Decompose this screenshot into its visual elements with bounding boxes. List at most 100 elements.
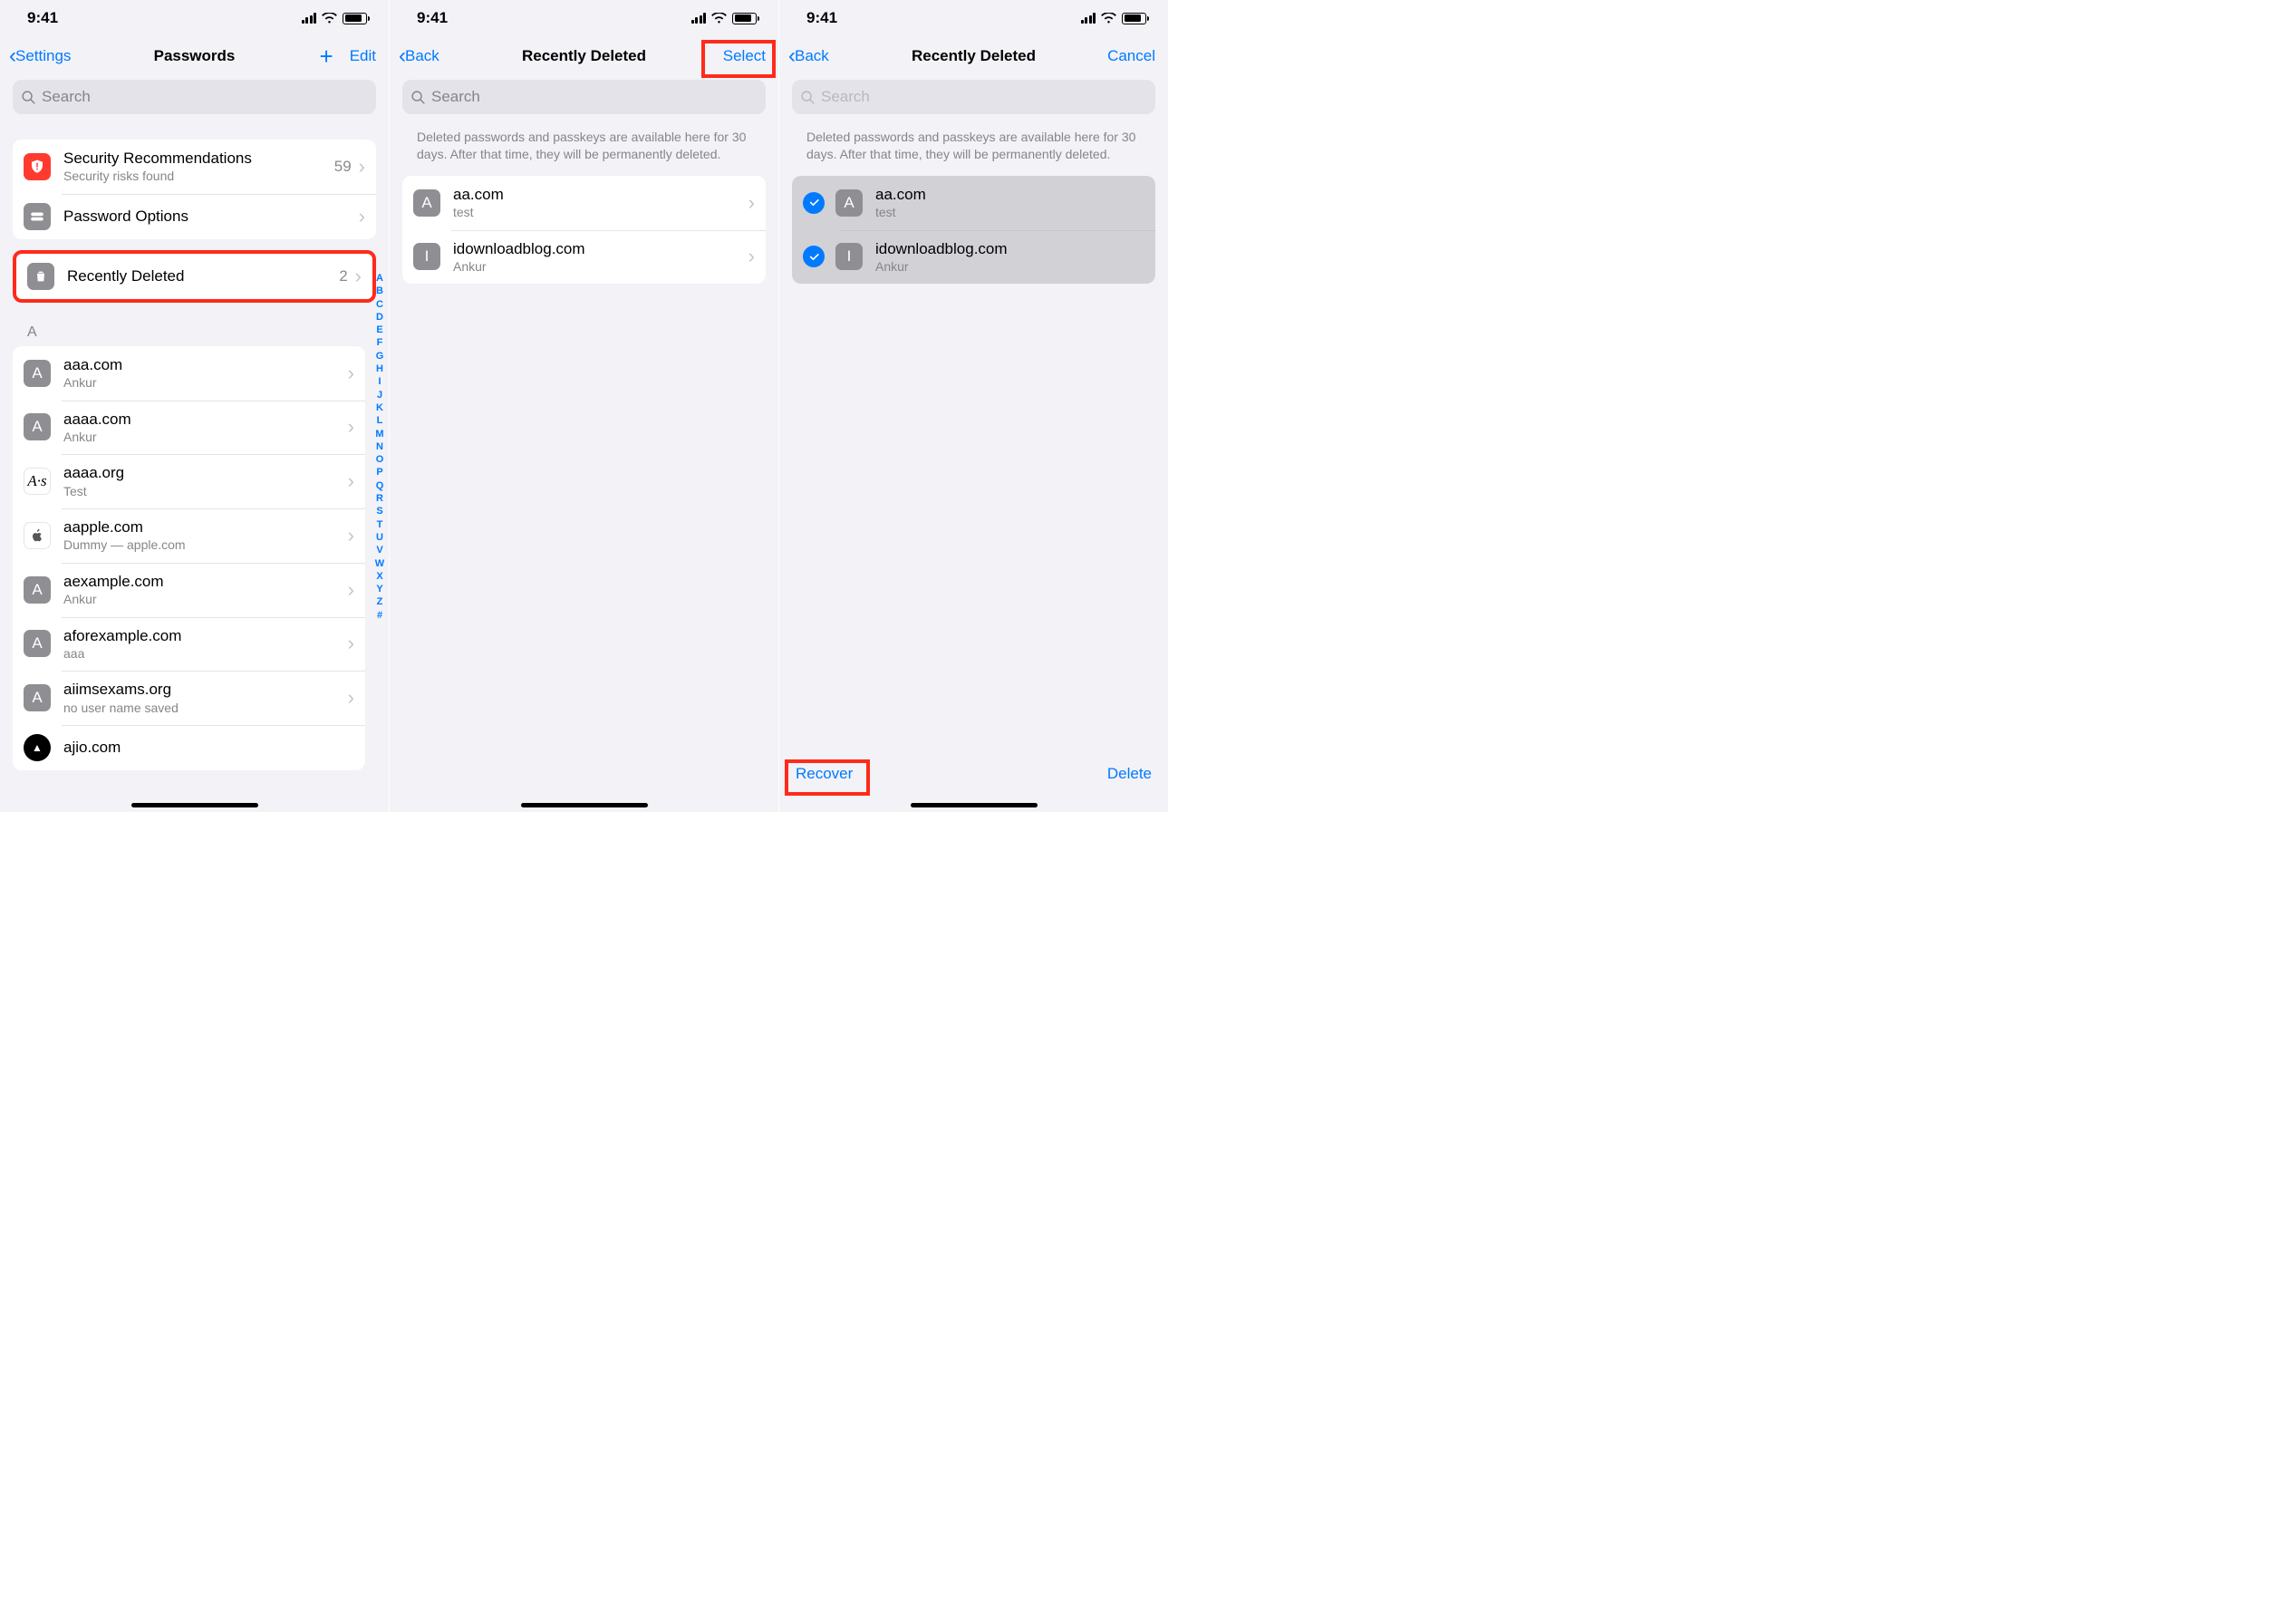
password-row[interactable]: A aaa.comAnkur › bbox=[13, 346, 365, 401]
index-letter[interactable]: # bbox=[372, 609, 387, 622]
back-button[interactable]: ‹ Back bbox=[788, 45, 829, 67]
site-letter-icon: A bbox=[24, 630, 51, 657]
delete-button[interactable]: Delete bbox=[1107, 765, 1152, 783]
checkmark-icon[interactable] bbox=[803, 192, 825, 214]
row-title: Security Recommendations bbox=[63, 149, 334, 168]
index-letter[interactable]: S bbox=[372, 505, 387, 517]
deleted-password-row[interactable]: A aa.comtest › bbox=[402, 176, 766, 230]
home-indicator[interactable] bbox=[521, 803, 648, 807]
password-row[interactable]: A aexample.comAnkur › bbox=[13, 563, 365, 617]
cellular-icon bbox=[691, 13, 707, 24]
search-placeholder: Search bbox=[42, 88, 91, 106]
index-letter[interactable]: D bbox=[372, 311, 387, 324]
deleted-passwords-group: A aa.comtest › I idownloadblog.comAnkur … bbox=[402, 176, 766, 285]
battery-icon bbox=[343, 13, 367, 24]
index-letter[interactable]: Z bbox=[372, 595, 387, 608]
index-letter[interactable]: B bbox=[372, 285, 387, 297]
site-letter-icon: A bbox=[24, 360, 51, 387]
home-indicator[interactable] bbox=[911, 803, 1038, 807]
deleted-password-row[interactable]: I idownloadblog.comAnkur › bbox=[402, 230, 766, 285]
index-letter[interactable]: H bbox=[372, 362, 387, 375]
add-button[interactable]: + bbox=[320, 44, 333, 68]
home-indicator[interactable] bbox=[131, 803, 258, 807]
password-row[interactable]: A aaaa.comAnkur › bbox=[13, 401, 365, 455]
search-input[interactable]: Search bbox=[13, 80, 376, 114]
row-sub: Ankur bbox=[453, 259, 748, 276]
password-row[interactable]: A·s aaaa.orgTest › bbox=[13, 454, 365, 508]
index-letter[interactable]: A bbox=[372, 272, 387, 285]
index-letter[interactable]: P bbox=[372, 466, 387, 478]
select-button[interactable]: Select bbox=[723, 47, 766, 65]
index-letter[interactable]: U bbox=[372, 531, 387, 544]
cancel-button[interactable]: Cancel bbox=[1107, 47, 1155, 65]
checkmark-icon[interactable] bbox=[803, 246, 825, 267]
screen-recently-deleted: 9:41 ‹ Back Recently Deleted Select Sear… bbox=[390, 0, 779, 812]
row-sub: Test bbox=[63, 484, 348, 500]
index-letter[interactable]: N bbox=[372, 440, 387, 453]
back-button[interactable]: ‹ Settings bbox=[9, 45, 71, 67]
search-icon bbox=[800, 90, 816, 105]
status-time: 9:41 bbox=[27, 9, 302, 27]
index-letter[interactable]: R bbox=[372, 492, 387, 505]
edit-button[interactable]: Edit bbox=[350, 47, 376, 65]
index-letter[interactable]: F bbox=[372, 336, 387, 349]
status-icons bbox=[302, 13, 368, 24]
deleted-password-row-selected[interactable]: A aa.comtest bbox=[792, 176, 1155, 230]
password-row[interactable]: A aforexample.comaaa › bbox=[13, 617, 365, 672]
index-letter[interactable]: Q bbox=[372, 479, 387, 492]
row-sub: test bbox=[453, 205, 748, 221]
row-sub: Ankur bbox=[875, 259, 1144, 276]
row-title: Recently Deleted bbox=[67, 266, 339, 285]
index-letter[interactable]: T bbox=[372, 518, 387, 531]
page-title: Recently Deleted bbox=[390, 47, 778, 65]
index-letter[interactable]: L bbox=[372, 414, 387, 427]
site-letter-icon: I bbox=[413, 243, 440, 270]
index-letter[interactable]: C bbox=[372, 298, 387, 311]
index-letter[interactable]: G bbox=[372, 350, 387, 362]
status-time: 9:41 bbox=[417, 9, 691, 27]
status-bar: 9:41 bbox=[0, 0, 389, 36]
alphabet-index[interactable]: ABCDEFGHIJKLMNOPQRSTUVWXYZ# bbox=[372, 272, 387, 622]
back-button[interactable]: ‹ Back bbox=[399, 45, 439, 67]
battery-icon bbox=[732, 13, 757, 24]
deleted-password-row-selected[interactable]: I idownloadblog.comAnkur bbox=[792, 230, 1155, 285]
index-letter[interactable]: W bbox=[372, 557, 387, 570]
nav-bar: ‹ Back Recently Deleted Select bbox=[390, 36, 778, 76]
index-letter[interactable]: J bbox=[372, 389, 387, 401]
site-letter-icon: I bbox=[835, 243, 863, 270]
index-letter[interactable]: E bbox=[372, 324, 387, 336]
site-letter-icon: A bbox=[24, 576, 51, 604]
index-letter[interactable]: K bbox=[372, 401, 387, 414]
index-letter[interactable]: Y bbox=[372, 583, 387, 595]
row-title: aa.com bbox=[453, 185, 748, 204]
index-letter[interactable]: V bbox=[372, 544, 387, 556]
chevron-right-icon: › bbox=[348, 633, 354, 653]
index-letter[interactable]: M bbox=[372, 428, 387, 440]
password-row[interactable]: aapple.comDummy — apple.com › bbox=[13, 508, 365, 563]
chevron-right-icon: › bbox=[348, 471, 354, 491]
index-letter[interactable]: X bbox=[372, 570, 387, 583]
row-title: idownloadblog.com bbox=[875, 239, 1144, 258]
password-options-row[interactable]: Password Options › bbox=[13, 194, 376, 239]
wifi-icon bbox=[322, 13, 337, 24]
search-input[interactable]: Search bbox=[402, 80, 766, 114]
recently-deleted-row[interactable]: Recently Deleted 2 › bbox=[16, 254, 372, 299]
status-bar: 9:41 bbox=[779, 0, 1168, 36]
section-header: A bbox=[0, 319, 389, 346]
password-row[interactable]: A aiimsexams.orgno user name saved › bbox=[13, 671, 365, 725]
search-icon bbox=[21, 90, 36, 105]
recover-button[interactable]: Recover bbox=[796, 765, 853, 783]
password-row[interactable]: ▲ ajio.com bbox=[13, 725, 365, 770]
back-label: Settings bbox=[15, 47, 71, 65]
row-title: ajio.com bbox=[63, 738, 354, 757]
cellular-icon bbox=[302, 13, 317, 24]
row-sub: Ankur bbox=[63, 375, 348, 392]
row-sub: Ankur bbox=[63, 592, 348, 608]
nav-bar: ‹ Settings Passwords + Edit bbox=[0, 36, 389, 76]
site-letter-icon: A bbox=[24, 413, 51, 440]
security-recommendations-row[interactable]: Security Recommendations Security risks … bbox=[13, 140, 376, 194]
nav-bar: ‹ Back Recently Deleted Cancel bbox=[779, 36, 1168, 76]
index-letter[interactable]: I bbox=[372, 375, 387, 388]
index-letter[interactable]: O bbox=[372, 453, 387, 466]
chevron-right-icon: › bbox=[348, 417, 354, 437]
